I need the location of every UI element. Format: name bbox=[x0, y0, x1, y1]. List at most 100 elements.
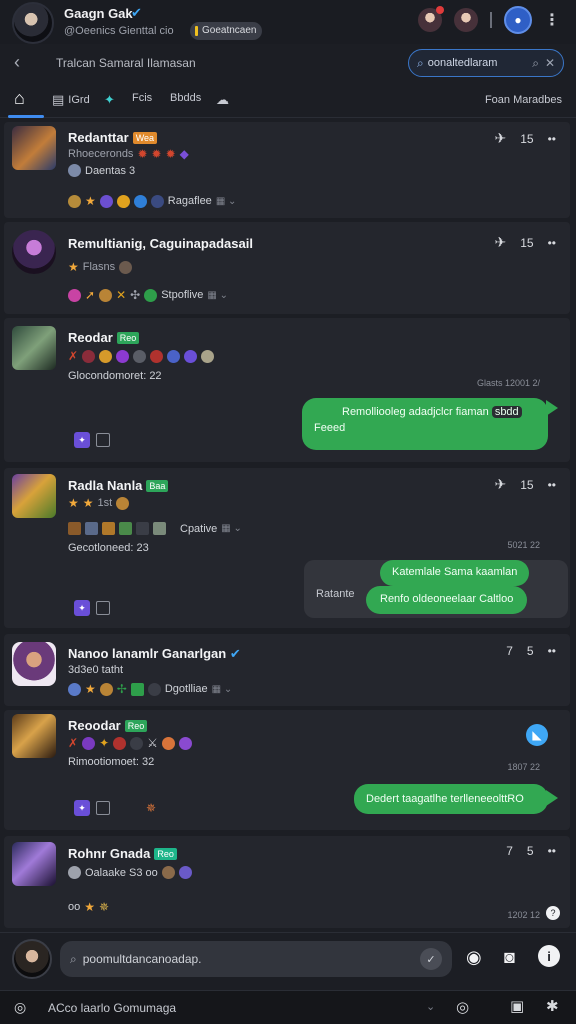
tab-cloud[interactable]: ☁ bbox=[216, 92, 229, 108]
card-tag: Reo bbox=[154, 848, 177, 860]
orb-icon bbox=[82, 349, 96, 363]
orb-icon bbox=[130, 736, 144, 750]
pin-icon[interactable]: ✈ bbox=[495, 476, 507, 493]
reaction-icon[interactable]: ✦ bbox=[74, 432, 90, 448]
pin-icon[interactable]: ✈ bbox=[495, 130, 507, 147]
settings-icon[interactable]: ✱ bbox=[546, 997, 559, 1015]
friend-avatar[interactable] bbox=[454, 8, 478, 32]
gallery-small-icon[interactable]: ▣ bbox=[510, 997, 524, 1015]
card-icons-line: ✗ bbox=[68, 349, 215, 363]
mic-icon[interactable]: ✓ bbox=[420, 948, 442, 970]
status-pill[interactable]: Goeatncaen bbox=[190, 22, 262, 40]
orb-icon bbox=[150, 194, 164, 208]
card-sub-text: Rhoeceronds bbox=[68, 148, 134, 160]
message-timestamp: Glasts 12001 2/ bbox=[476, 378, 540, 388]
info-button[interactable]: i bbox=[538, 945, 560, 967]
card-sub-text: Oalaake S3 oo bbox=[85, 866, 158, 879]
star-icon: ★ bbox=[85, 194, 96, 208]
search-icon: ⌕ bbox=[70, 951, 77, 966]
card-prefix: 7 bbox=[506, 844, 513, 858]
chat-app-icon[interactable]: ◣ bbox=[526, 724, 548, 746]
circle-icon[interactable]: ◎ bbox=[456, 998, 469, 1016]
notification-dot-icon bbox=[436, 6, 444, 14]
tab-grid[interactable]: ▤ IGrd bbox=[52, 92, 90, 108]
more-dots-icon[interactable]: •• bbox=[548, 844, 556, 858]
chat-bubble-text: Remolliooleg adadjclcr fiaman bbox=[342, 406, 489, 418]
copy-icon[interactable] bbox=[96, 433, 110, 447]
chat-bubble[interactable]: Katemlale Sama kaamlan bbox=[380, 560, 530, 586]
reaction-icon[interactable]: ✦ bbox=[74, 800, 90, 816]
feed-card[interactable]: Remultianig, Caguinapadasail ★ Flasns ➚ … bbox=[4, 222, 570, 314]
pin-icon[interactable]: ✈ bbox=[495, 234, 507, 251]
orb-icon bbox=[147, 682, 161, 696]
search-submit-icon[interactable]: ⌕ bbox=[532, 56, 539, 71]
card-title: Nanoo lanamlr Ganarlgan ✔ bbox=[68, 646, 241, 662]
tab-pin[interactable]: ✦ bbox=[104, 92, 115, 108]
feed-card[interactable]: Rohnr Gnada Reo Oalaake S3 oo oo ★ ✵ 1202… bbox=[4, 836, 570, 928]
sword-icon: ✕ bbox=[116, 288, 127, 302]
profile-avatar[interactable] bbox=[12, 2, 54, 44]
chat-bubble[interactable]: Dedert taagatlhe terlleneeolttRO bbox=[354, 784, 548, 814]
cloud-icon: ☁ bbox=[216, 92, 229, 107]
search-input[interactable]: ⌕ oonaltedlaram ⌕ ✕ bbox=[408, 49, 564, 77]
more-dots-icon[interactable]: •• bbox=[548, 132, 556, 146]
profile-ring-icon[interactable]: ● bbox=[504, 6, 532, 34]
flame-icon: ✵ bbox=[99, 900, 110, 914]
more-dots-icon[interactable]: •• bbox=[548, 478, 556, 492]
close-icon[interactable]: ✕ bbox=[545, 56, 555, 70]
tab-fcis-label: Fcis bbox=[132, 92, 153, 104]
reply-label: Ratante bbox=[316, 588, 355, 600]
profile-name: Gaagn Gak bbox=[64, 6, 133, 21]
feed-card[interactable]: Radla Nanla Baa ★ ★ 1st Cpative ▦ ⌄ Gecot… bbox=[4, 468, 570, 628]
tab-grid-label: IGrd bbox=[68, 94, 90, 106]
copy-icon[interactable] bbox=[96, 801, 110, 815]
card-title: Remultianig, Caguinapadasail bbox=[68, 236, 253, 251]
card-icons-line: ✗ ✦ ⚔ bbox=[68, 736, 192, 750]
orb-icon bbox=[68, 682, 81, 696]
item-icon bbox=[119, 522, 132, 535]
bottom-bar-label[interactable]: ACco laarlo Gomumaga bbox=[48, 1001, 176, 1015]
feed-card[interactable]: Reodar Reo ✗ Glocondomoret: 22 Glasts 120… bbox=[4, 318, 570, 462]
feed-card[interactable]: Reoodar Reo ✗ ✦ ⚔ Rimootiomoet: 32 1807 2… bbox=[4, 710, 570, 830]
home-icon[interactable]: ⌂ bbox=[14, 88, 25, 109]
more-vertical-icon[interactable]: ⋮ bbox=[544, 10, 560, 30]
card-count: 15 bbox=[520, 131, 534, 146]
back-icon[interactable]: ‹ bbox=[14, 52, 20, 73]
orb-icon bbox=[68, 866, 81, 879]
orb-icon bbox=[150, 349, 164, 363]
card-sub-text: 1st bbox=[97, 497, 113, 509]
card-subline: ★ Flasns bbox=[68, 260, 133, 274]
more-dots-icon[interactable]: •• bbox=[548, 644, 556, 658]
orb-icon bbox=[82, 736, 96, 750]
more-dots-icon[interactable]: •• bbox=[548, 236, 556, 250]
instagram-icon[interactable]: ◎ bbox=[14, 999, 26, 1016]
copy-icon[interactable] bbox=[96, 601, 110, 615]
orb-icon bbox=[144, 288, 158, 302]
orb-icon bbox=[133, 194, 147, 208]
chat-bubble-text-2: Feeed bbox=[314, 422, 346, 434]
camera-icon[interactable]: ◉ bbox=[466, 947, 482, 968]
card-items-line: ★ Ragaflee ▦ ⌄ bbox=[68, 194, 236, 208]
card-title: Radla Nanla Baa bbox=[68, 478, 169, 493]
orb-icon bbox=[99, 194, 113, 208]
message-input[interactable]: ⌕ poomultdancanoadap. ✓ bbox=[60, 941, 452, 977]
feed-card[interactable]: Nanoo lanamlr Ganarlgan ✔ 3d3e0 tatht ★ … bbox=[4, 634, 570, 706]
composer-avatar[interactable] bbox=[12, 939, 52, 979]
tab-bbdds[interactable]: Bbdds bbox=[170, 92, 201, 104]
card-items-text: Cpative bbox=[180, 522, 218, 535]
orb-icon bbox=[167, 349, 181, 363]
feed-card[interactable]: Redanttar Wea Rhoeceronds ✹ ✹ ✹ ◆ Daentas… bbox=[4, 122, 570, 218]
chat-bubble[interactable]: Renfo oldeoneelaar Caltloo bbox=[366, 586, 528, 614]
tab-fcis[interactable]: Fcis bbox=[132, 92, 152, 104]
chat-bubble[interactable]: Remolliooleg adadjclcr fiaman sbdd Feeed bbox=[302, 398, 548, 450]
notification-avatar[interactable] bbox=[418, 6, 444, 32]
orb-icon bbox=[178, 736, 192, 750]
orb-icon bbox=[184, 349, 198, 363]
reaction-icon[interactable]: ✦ bbox=[74, 600, 90, 616]
tab-right-links[interactable]: Foan Maradbes bbox=[485, 94, 562, 106]
card-title: Reoodar Reo bbox=[68, 718, 148, 733]
card-stats-text: Daentas 3 bbox=[85, 164, 136, 177]
chevron-down-icon[interactable]: ⌄ bbox=[426, 1000, 435, 1013]
gallery-icon[interactable]: ◙ bbox=[504, 947, 515, 968]
item-icon bbox=[136, 522, 149, 535]
